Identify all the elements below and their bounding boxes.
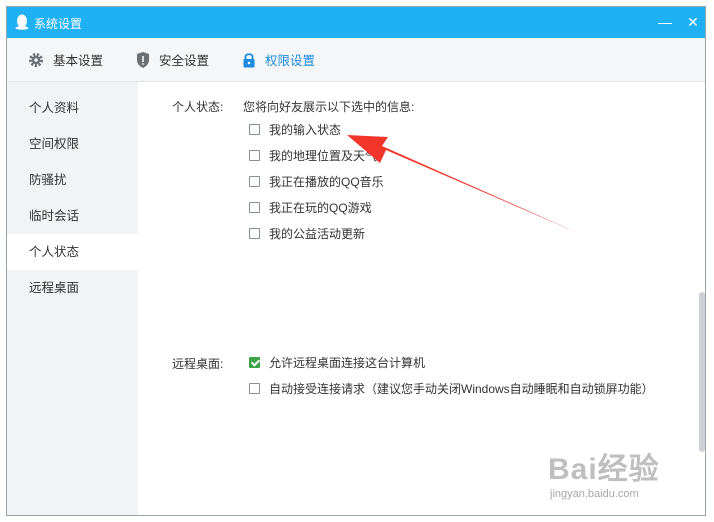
vertical-scrollbar[interactable] [699,292,705,452]
sidebar-item-space-permission[interactable]: 空间权限 [7,126,138,162]
tab-security-settings[interactable]: 安全设置 [135,38,209,81]
option-label: 我正在播放的QQ音乐 [269,174,384,189]
close-button[interactable]: ✕ [684,13,702,31]
remote-desktop-label: 远程桌面: [172,357,224,371]
checkbox-checked[interactable] [249,356,260,368]
sidebar-item-remote-desktop[interactable]: 远程桌面 [7,270,138,306]
baidu-jingyan-watermark: Bai经验 jingyan.baidu.com [548,444,678,504]
checkbox[interactable] [249,227,260,239]
option-qq-music[interactable]: 我正在播放的QQ音乐 [249,172,384,190]
title-bar[interactable]: 系统设置 — ✕ [7,7,705,38]
window-title: 系统设置 [34,17,83,31]
sidebar-item-anti-harassment[interactable]: 防骚扰 [7,162,138,198]
option-auto-accept-connection[interactable]: 自动接受连接请求（建议您手动关闭Windows自动睡眠和自动锁屏功能） [249,379,654,397]
checkbox[interactable] [249,201,260,213]
option-label: 我的公益活动更新 [269,226,366,241]
minimize-button[interactable]: — [656,13,674,31]
sidebar-item-temp-session[interactable]: 临时会话 [7,198,138,234]
personal-status-description: 您将向好友展示以下选中的信息: [243,100,415,114]
shield-icon [137,51,149,68]
checkbox[interactable] [249,382,260,394]
option-label: 我正在玩的QQ游戏 [269,200,372,215]
tab-label: 权限设置 [265,54,316,68]
checkbox[interactable] [249,123,260,135]
tab-bar: 基本设置 安全设置 权限设置 [7,38,705,82]
gear-icon [29,52,43,67]
tab-label: 安全设置 [159,54,210,68]
tab-permission-settings[interactable]: 权限设置 [241,38,315,81]
personal-status-label: 个人状态: [172,100,224,114]
lock-icon [243,52,255,67]
option-typing-status[interactable]: 我的输入状态 [249,120,341,138]
sidebar-item-personal-status[interactable]: 个人状态 [7,234,138,270]
option-charity-updates[interactable]: 我的公益活动更新 [249,224,365,242]
option-qq-game[interactable]: 我正在玩的QQ游戏 [249,198,372,216]
sidebar: 个人资料 空间权限 防骚扰 临时会话 个人状态 远程桌面 [7,82,138,515]
option-label: 我的输入状态 [269,122,342,137]
tab-label: 基本设置 [53,54,104,68]
option-label: 我的地理位置及天气 [269,148,378,163]
watermark-url: jingyan.baidu.com [550,488,639,500]
sidebar-item-profile[interactable]: 个人资料 [7,90,138,126]
checkbox[interactable] [249,149,260,161]
watermark-brand: Bai经验 [548,453,660,486]
settings-window: 系统设置 — ✕ 基本设置 安全设置 权限设置 个人资料 空间权限 防骚扰 临时… [6,6,706,516]
option-label: 自动接受连接请求（建议您手动关闭Windows自动睡眠和自动锁屏功能） [269,381,654,396]
qq-penguin-icon [15,14,29,30]
checkbox[interactable] [249,175,260,187]
option-label: 允许远程桌面连接这台计算机 [269,355,426,370]
option-location-weather[interactable]: 我的地理位置及天气 [249,146,377,164]
tab-basic-settings[interactable]: 基本设置 [27,38,103,81]
option-allow-remote-desktop[interactable]: 允许远程桌面连接这台计算机 [249,353,425,371]
